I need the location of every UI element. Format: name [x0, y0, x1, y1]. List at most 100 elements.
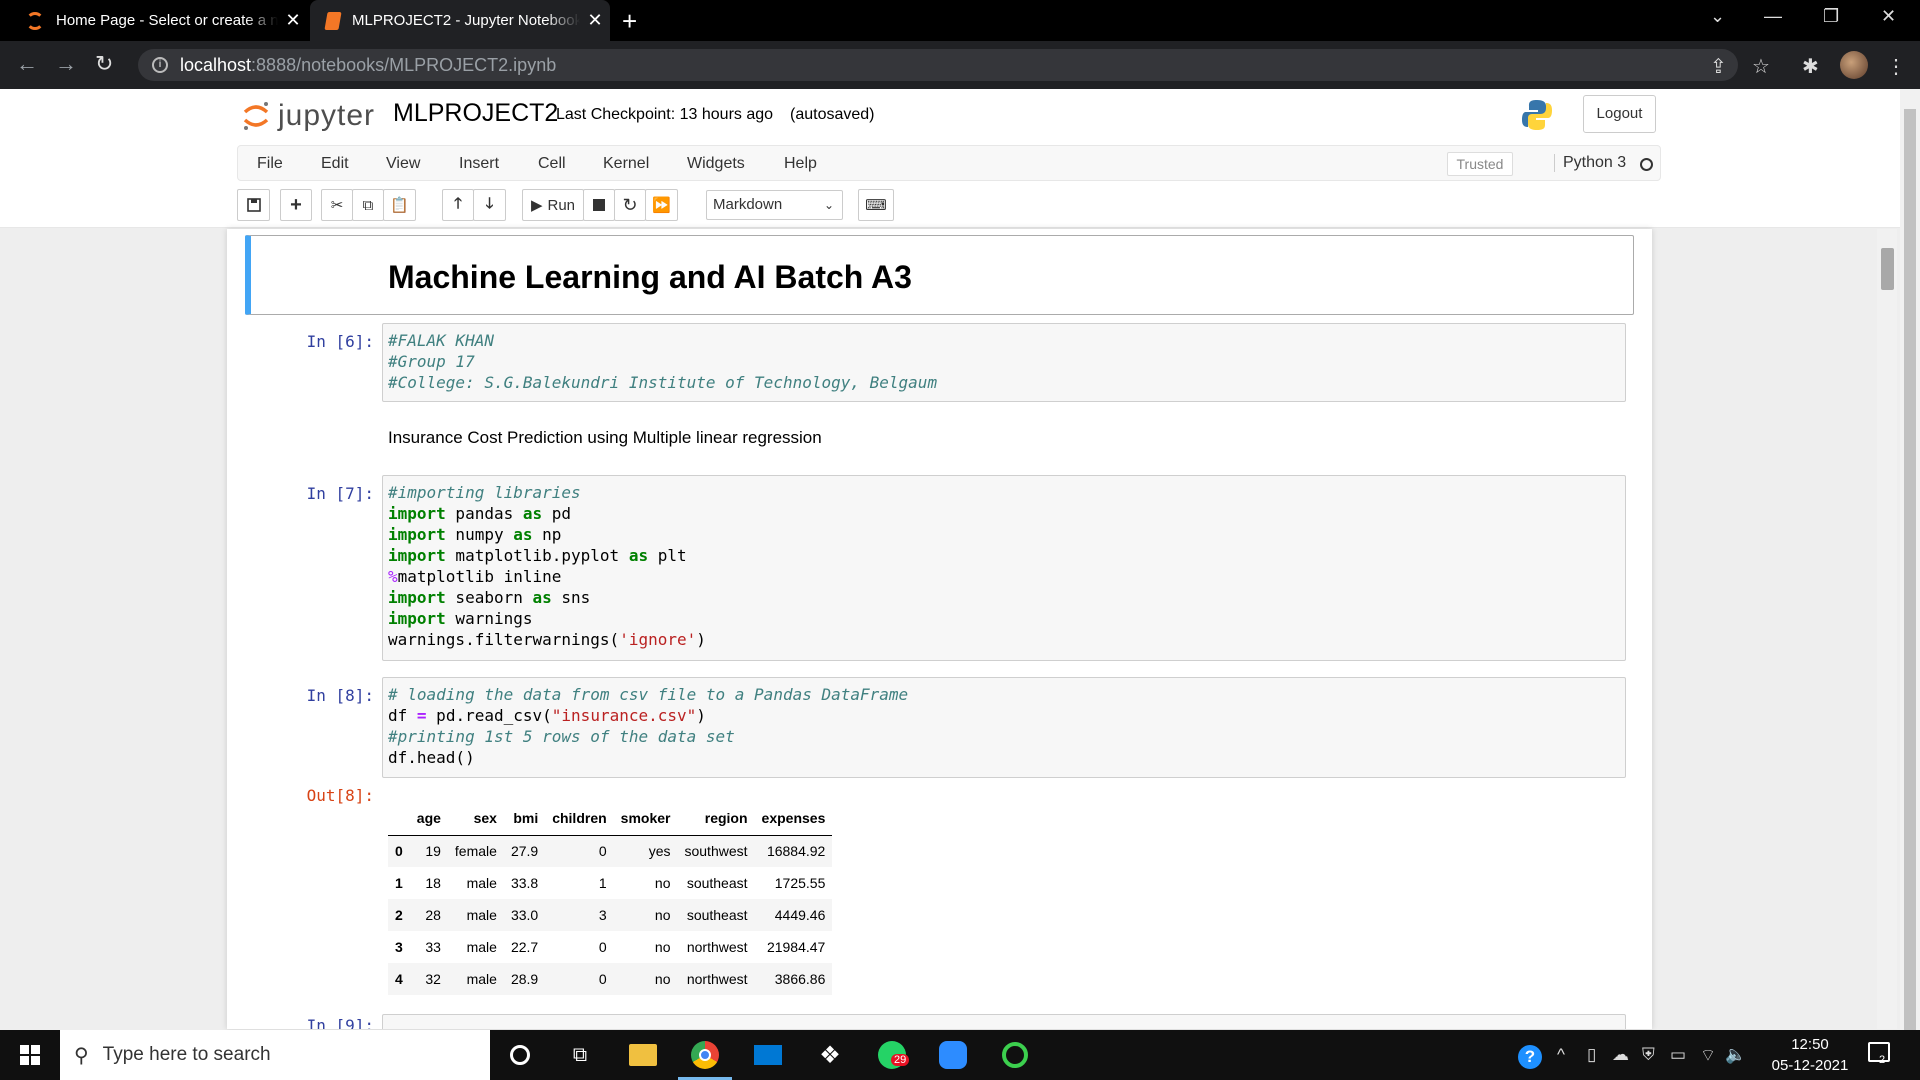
chrome-icon[interactable] [690, 1040, 720, 1070]
menu-cell[interactable]: Cell [538, 155, 566, 173]
menu-help[interactable]: Help [784, 155, 817, 173]
system-clock[interactable]: 12:50 05-12-2021 [1760, 1034, 1860, 1076]
url-path: :8888/notebooks/MLPROJECT2.ipynb [251, 54, 557, 75]
kernel-idle-indicator-icon [1640, 158, 1653, 171]
code-text: matplotlib.pyplot [445, 546, 629, 565]
jupyter-favicon-icon [26, 11, 44, 30]
table-cell: 0 [598, 843, 607, 860]
site-info-icon[interactable]: i [152, 57, 168, 73]
notifications-icon[interactable]: 2 [1868, 1042, 1890, 1067]
logout-button[interactable]: Logout [1583, 95, 1656, 133]
notebook-scrollbar[interactable] [1877, 229, 1897, 1029]
floppy-disk-icon [246, 198, 261, 212]
taskbar-search-box[interactable]: ⚲ Type here to search [60, 1030, 490, 1080]
code-keyword: import [388, 504, 446, 523]
tab-search-chevron-icon[interactable]: ⌄ [1710, 6, 1725, 27]
help-icon[interactable]: ? [1518, 1045, 1542, 1069]
dropbox-icon[interactable]: ❖ [815, 1040, 845, 1070]
insert-cell-below-button[interactable]: + [280, 189, 312, 221]
table-row: 0 19 female 27.9 0 yes southwest 16884.9… [388, 835, 833, 867]
jupyter-logo[interactable]: jupyter [242, 99, 375, 133]
page-scrollbar-thumb[interactable] [1904, 109, 1916, 1030]
code-text: df.head() [388, 748, 475, 767]
trusted-indicator[interactable]: Trusted [1447, 152, 1513, 176]
whatsapp-icon[interactable]: 29 [877, 1040, 910, 1070]
close-tab-icon[interactable]: ✕ [278, 10, 308, 31]
notebook-scrollbar-thumb[interactable] [1881, 248, 1894, 290]
menu-widgets[interactable]: Widgets [687, 155, 745, 173]
table-cell: 28.9 [510, 971, 539, 987]
cell-type-select[interactable]: Markdown ⌄ [706, 190, 843, 220]
code-text: warnings.filterwarnings( [388, 630, 620, 649]
save-button[interactable] [237, 189, 270, 221]
back-icon[interactable]: ← [16, 51, 38, 77]
app-circle-icon[interactable] [1000, 1040, 1030, 1070]
cortana-icon[interactable] [505, 1040, 535, 1070]
bookmark-star-icon[interactable]: ☆ [1752, 54, 1770, 79]
security-icon[interactable]: ⛨ [1642, 1045, 1655, 1065]
forward-icon[interactable]: → [55, 51, 77, 77]
code-cell-6[interactable]: #FALAK KHAN #Group 17 #College: S.G.Bale… [382, 323, 1626, 402]
code-keyword: as [532, 588, 552, 607]
wifi-icon[interactable]: ⌔ [1700, 1045, 1716, 1066]
keyboard-icon: ⌨ [865, 197, 887, 214]
reload-icon[interactable]: ↻ [95, 51, 113, 77]
minimize-icon[interactable]: — [1764, 6, 1782, 27]
show-hidden-icons-chevron-icon[interactable]: ^ [1557, 1045, 1565, 1065]
start-button[interactable] [0, 1030, 60, 1080]
onedrive-icon[interactable]: ☁ [1612, 1045, 1629, 1065]
code-cell-9[interactable] [382, 1014, 1626, 1029]
notebook-favicon-icon [324, 11, 342, 30]
table-cell: no [654, 907, 671, 923]
code-text: ) [696, 706, 706, 725]
device-icon[interactable]: ▯ [1587, 1045, 1596, 1065]
menu-kernel[interactable]: Kernel [603, 155, 649, 173]
command-palette-button[interactable]: ⌨ [858, 189, 894, 221]
output-prompt: Out[8]: [306, 786, 374, 805]
extensions-icon[interactable]: ✱ [1802, 54, 1819, 79]
checkpoint-status: Last Checkpoint: 13 hours ago [556, 106, 774, 123]
restart-run-all-button[interactable]: ⏩ [645, 189, 678, 221]
task-view-icon[interactable]: ⧉ [565, 1040, 595, 1070]
menu-dots-icon[interactable]: ⋮ [1886, 54, 1906, 79]
move-down-button[interactable]: 🡓 [473, 189, 506, 221]
close-tab-icon[interactable]: ✕ [580, 10, 610, 31]
address-bar[interactable]: i localhost :8888/notebooks/MLPROJECT2.i… [138, 49, 1738, 81]
notebook-name[interactable]: MLPROJECT2 [393, 99, 558, 128]
move-up-button[interactable]: 🡑 [442, 189, 474, 221]
column-header: children [545, 801, 614, 836]
new-tab-icon[interactable]: + [622, 6, 637, 37]
table-cell: 19 [425, 843, 441, 860]
table-cell: southeast [686, 875, 748, 891]
share-icon[interactable]: ⇪ [1710, 54, 1727, 79]
cut-cells-button[interactable]: ✂ [321, 189, 353, 221]
volume-icon[interactable]: 🔈 [1725, 1045, 1746, 1065]
paste-cells-button[interactable]: 📋 [383, 189, 416, 221]
restart-icon: ↻ [622, 194, 638, 215]
menu-insert[interactable]: Insert [459, 155, 499, 173]
play-icon: ▶ [530, 197, 543, 214]
interrupt-kernel-button[interactable] [583, 189, 615, 221]
table-cell: male [466, 971, 497, 987]
zoom-icon[interactable] [938, 1040, 968, 1070]
mail-icon[interactable] [753, 1040, 783, 1070]
close-window-icon[interactable]: ✕ [1881, 6, 1896, 27]
code-cell-8[interactable]: # loading the data from csv file to a Pa… [382, 677, 1626, 778]
menu-view[interactable]: View [386, 155, 420, 173]
menu-file[interactable]: File [257, 155, 283, 173]
run-button[interactable]: ▶ Run [522, 189, 584, 221]
tab-mlproject2[interactable]: MLPROJECT2 - Jupyter Notebook ✕ [310, 0, 610, 41]
code-cell-7[interactable]: #importing libraries import pandas as pd… [382, 475, 1626, 661]
battery-icon[interactable]: ▭ [1670, 1045, 1686, 1065]
file-explorer-icon[interactable] [628, 1040, 658, 1070]
menu-edit[interactable]: Edit [321, 155, 349, 173]
copy-cells-button[interactable]: ⧉ [352, 189, 384, 221]
restore-icon[interactable]: ❐ [1823, 6, 1839, 27]
clock-date: 05-12-2021 [1771, 1057, 1849, 1074]
table-cell: male [466, 939, 497, 955]
tab-home-page[interactable]: Home Page - Select or create a n ✕ [10, 0, 308, 41]
profile-avatar[interactable] [1840, 51, 1868, 79]
jupyter-wordmark: jupyter [278, 99, 376, 132]
column-header: region [677, 801, 755, 836]
restart-kernel-button[interactable]: ↻ [614, 189, 646, 221]
